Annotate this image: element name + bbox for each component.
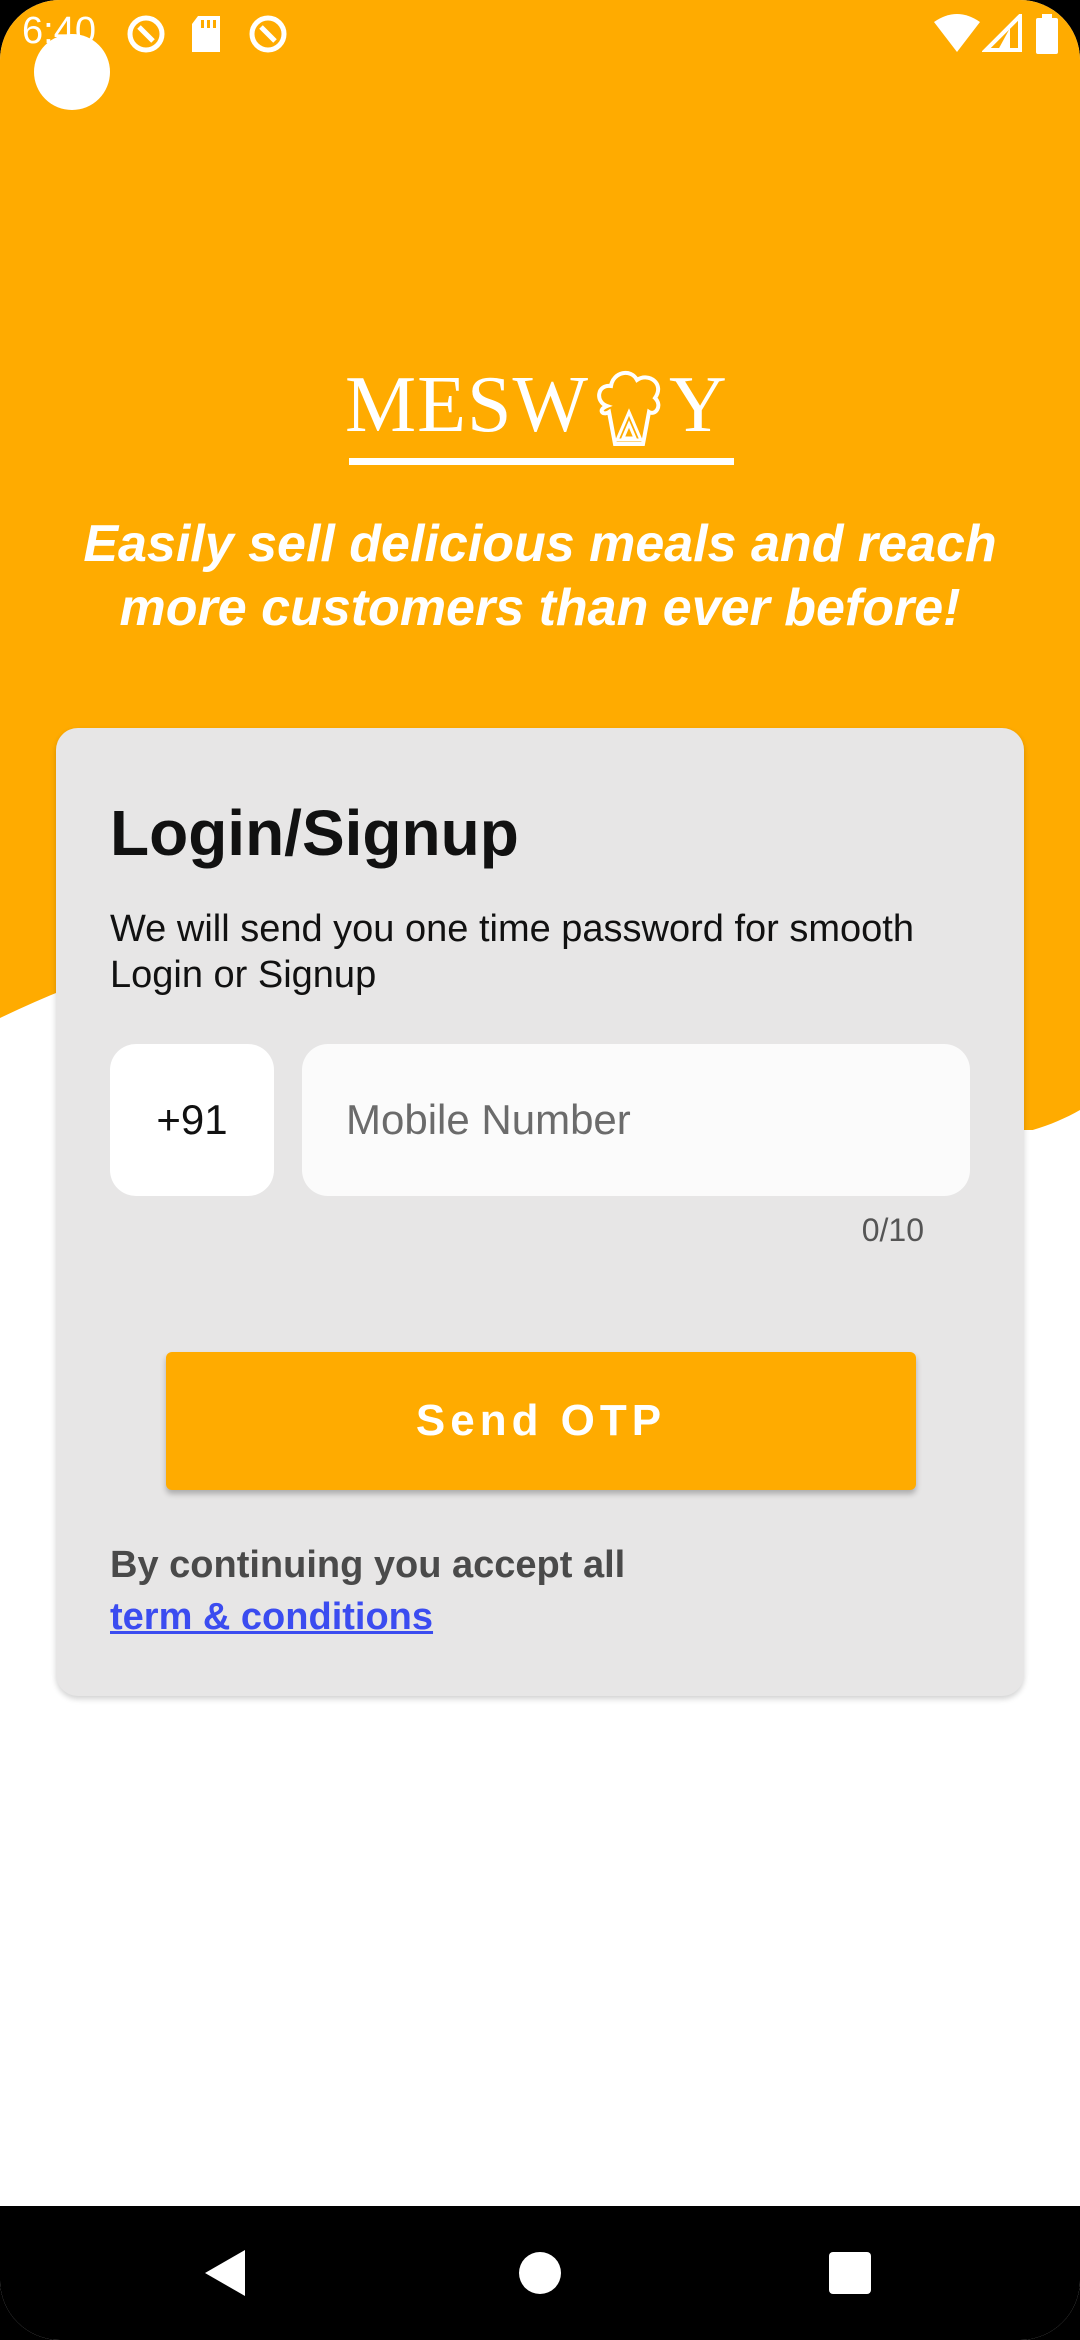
terms-prefix: By continuing you accept all	[110, 1544, 626, 1586]
mobile-number-input[interactable]	[302, 1044, 970, 1196]
nav-recents-button[interactable]	[770, 2206, 930, 2340]
brand-logo: MESW Y	[345, 360, 735, 470]
mobile-char-counter: 0/10	[861, 1212, 924, 1248]
back-icon	[205, 2250, 245, 2296]
recents-icon	[829, 2252, 871, 2294]
mobile-number-field[interactable]	[302, 1044, 970, 1196]
wifi-icon	[934, 14, 980, 57]
terms-conditions-link[interactable]: term & conditions	[110, 1596, 433, 1639]
logo-underline	[349, 458, 734, 465]
hero-tagline: Easily sell delicious meals and reach mo…	[83, 515, 997, 637]
system-nav-bar	[0, 2206, 1080, 2340]
login-card: Login/Signup We will send you one time p…	[56, 728, 1024, 1696]
nav-home-button[interactable]	[460, 2206, 620, 2340]
status-bar: 6:40	[0, 0, 1080, 66]
logo-text-right: Y	[669, 361, 728, 449]
notification-icon	[126, 14, 166, 59]
home-icon	[519, 2252, 561, 2294]
login-title: Login/Signup	[110, 797, 519, 869]
chef-hat-icon	[597, 370, 661, 446]
country-code-selector[interactable]: +91	[110, 1044, 274, 1196]
logo-text-left: MESW	[345, 361, 589, 449]
login-description: We will send you one time password for s…	[110, 908, 914, 996]
nav-back-button[interactable]	[146, 2206, 306, 2340]
camera-cutout	[34, 34, 110, 110]
battery-icon	[1034, 14, 1060, 59]
cellular-signal-icon	[981, 11, 1022, 57]
sd-card-icon	[190, 14, 224, 59]
app-screen: 6:40 MESW Y Easily sell delicious meals …	[0, 0, 1080, 2340]
notification-icon	[248, 14, 288, 59]
send-otp-button[interactable]: Send OTP	[166, 1352, 916, 1490]
